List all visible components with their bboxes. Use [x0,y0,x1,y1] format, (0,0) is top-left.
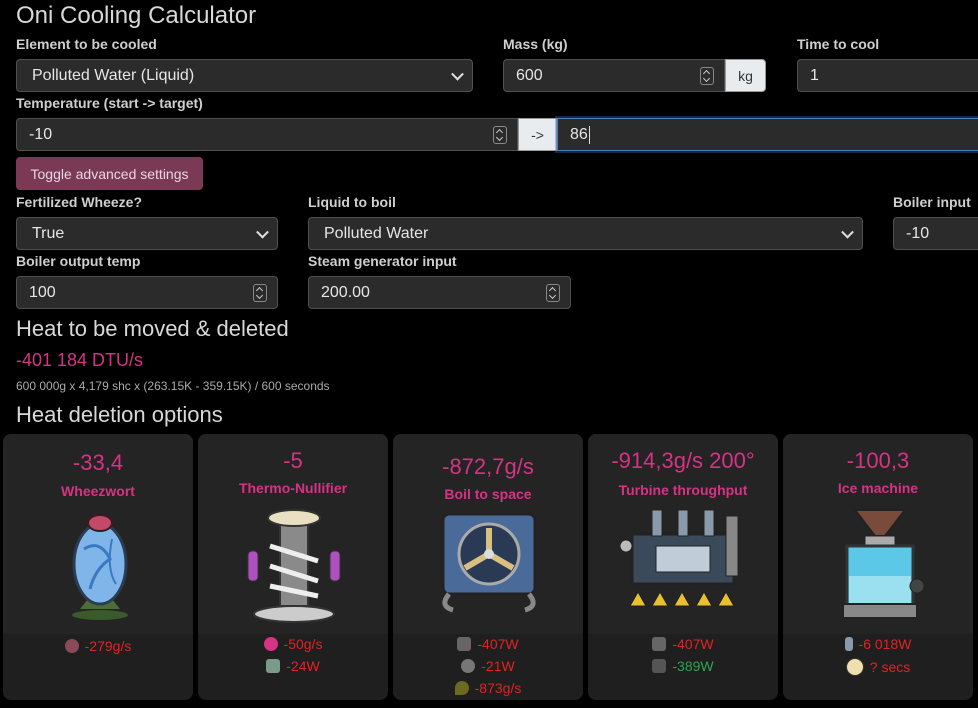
element-select-value: Polluted Water (Liquid) [32,66,195,84]
card-name: Boil to space [444,486,532,502]
stat-line: -407W [393,636,583,652]
duplicant-icon [845,658,864,676]
element-select[interactable]: Polluted Water (Liquid) [16,59,473,92]
mass-stepper-icon[interactable] [700,66,714,85]
card-name: Ice machine [837,480,919,496]
temperature-start-value: -10 [29,125,53,143]
stat-text: -389W [672,658,714,674]
liquid-select-value: Polluted Water [324,224,429,242]
card-value: -5 [283,448,303,473]
bottle-icon [844,637,853,651]
stat-text: -24W [286,658,320,674]
boiler-input-value: -10 [906,224,930,242]
boiler-input-label: Boiler input [893,194,971,210]
pump-icon [652,637,667,651]
water-drop-icon [454,681,469,695]
mass-input[interactable]: 600 [503,59,725,92]
temperature-target-value: 86 [570,125,588,143]
wheeze-label: Fertilized Wheeze? [16,194,143,210]
boiler-output-stepper-icon[interactable] [253,283,267,302]
space-heater-image [435,510,543,614]
option-card-thermo-nullifier: -5 Thermo-Nullifier -50g/s -24W [198,434,388,700]
mass-input-value: 600 [516,66,543,84]
stat-text: ? secs [869,659,911,675]
thermo-nullifier-image [240,506,348,624]
stat-line: -279g/s [3,638,193,654]
stat-line: -24W [198,658,388,674]
heat-value: -401 184 DTU/s [16,350,144,370]
stat-line: -50g/s [198,636,388,652]
option-card-turbine: -914,3g/s 200° Turbine throughput -407W … [588,434,778,700]
page-title: Oni Cooling Calculator [16,2,257,29]
card-value: -100,3 [846,448,910,473]
heat-detail: 600 000g x 4,179 shc x (263.15K - 359.15… [16,379,330,393]
mass-unit: kg [725,59,766,92]
boiler-output-value: 100 [29,283,56,301]
stat-text: -407W [672,636,714,652]
stat-text: -407W [477,636,519,652]
time-label: Time to cool [797,36,880,52]
mass-label: Mass (kg) [503,36,568,52]
steam-turbine-image [616,506,750,622]
card-value: -872,7g/s [442,454,534,479]
pump-icon [457,637,472,651]
stat-text: -21W [481,658,515,674]
wheeze-select-value: True [32,224,65,242]
temperature-target-input[interactable]: 86 [557,118,978,151]
time-input[interactable]: 1 [797,59,978,92]
stat-line: -21W [393,658,583,674]
card-name: Thermo-Nullifier [238,480,348,496]
liquid-select[interactable]: Polluted Water [308,217,863,250]
steam-input-field[interactable]: 200.00 [308,276,571,309]
wheeze-select[interactable]: True [16,217,278,250]
options-title: Heat deletion options [16,402,223,427]
steam-input-stepper-icon[interactable] [546,283,560,302]
temperature-start-stepper-icon[interactable] [493,125,507,144]
option-card-wheezwort: -33,4 Wheezwort -279g/s [3,434,193,700]
element-label: Element to be cooled [16,36,157,52]
temperature-arrow: -> [518,118,557,151]
hydrogen-icon [263,637,278,651]
stat-text: -6 018W [858,636,912,652]
stat-text: -873g/s [474,680,522,696]
boiler-output-input[interactable]: 100 [16,276,278,309]
temperature-label: Temperature (start -> target) [16,95,203,111]
card-value: -914,3g/s 200° [611,448,755,473]
wheezwort-image [60,509,140,621]
stat-line: -407W [588,636,778,652]
chevron-down-icon [841,225,854,239]
toggle-advanced-button[interactable]: Toggle advanced settings [16,157,203,190]
time-input-value: 1 [810,66,819,84]
gas-icon [64,639,79,653]
turbine-icon [652,659,667,673]
temperature-start-input[interactable]: -10 [16,118,518,151]
option-card-boil-to-space: -872,7g/s Boil to space -407W -21W -873g… [393,434,583,700]
stat-line: ? secs [783,658,973,676]
card-value: -33,4 [72,450,124,475]
stat-line: -6 018W [783,636,973,652]
chevron-down-icon [451,67,464,81]
stat-text: -279g/s [84,638,132,654]
fan-icon [461,659,476,673]
ice-machine-image [835,506,925,622]
card-name: Turbine throughput [618,482,748,498]
power-icon [266,659,281,673]
card-name: Wheezwort [61,483,135,499]
option-card-ice-machine: -100,3 Ice machine -6 018W ? secs [783,434,973,700]
boiler-output-label: Boiler output temp [16,253,141,269]
liquid-label: Liquid to boil [308,194,396,210]
steam-input-value: 200.00 [321,283,370,301]
stat-line: -389W [588,658,778,674]
text-cursor [588,125,590,144]
stat-text: -50g/s [283,636,323,652]
steam-input-label: Steam generator input [308,253,457,269]
heat-title: Heat to be moved & deleted [16,316,289,341]
chevron-down-icon [256,225,269,239]
boiler-input-field[interactable]: -10 [893,217,978,250]
stat-line: -873g/s [393,680,583,696]
